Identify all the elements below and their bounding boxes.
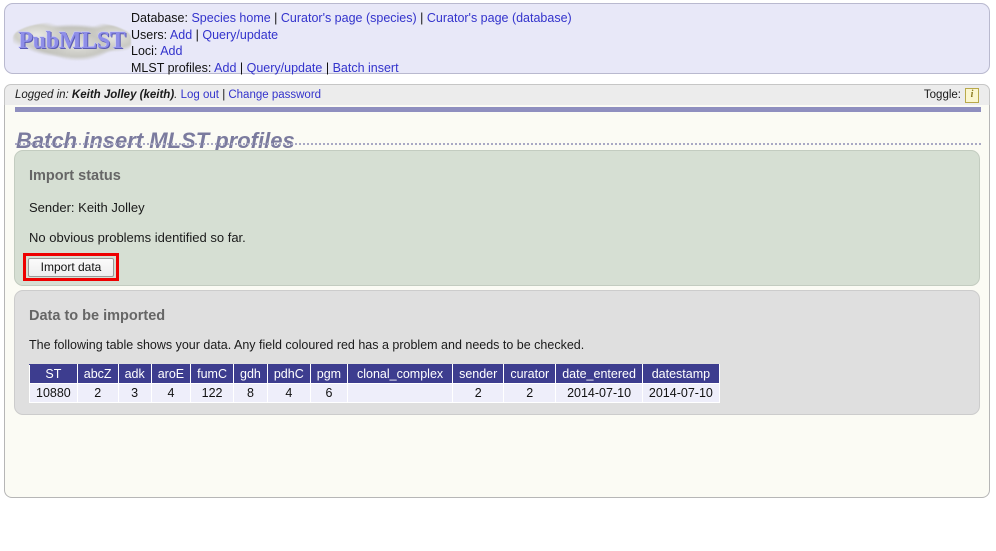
import-status-problems: No obvious problems identified so far. [29,230,246,245]
navigation-links: Database: Species home | Curator's page … [131,4,572,76]
table-cell-fumc: 122 [190,383,234,403]
nav-link-curators-page-database[interactable]: Curator's page (database) [427,11,572,25]
table-column-header-aroe: aroE [150,364,192,384]
table-cell-curator: 2 [503,383,557,403]
import-status-sender: Sender: Keith Jolley [29,200,145,215]
logged-in-period: . [174,89,178,101]
pubmlst-logo[interactable]: PubMLST [13,21,131,61]
imported-data-table: ST abcZ adk aroE fumC gdh pdhC pgm clonal_comple… [29,364,720,403]
logged-in-label: Logged in: [15,89,69,101]
top-navigation-bar: PubMLST Database: Species home | Curator… [4,3,990,76]
title-top-rule [15,107,981,112]
nav-row-users: Users: Add | Query/update [131,27,279,42]
change-password-link[interactable]: Change password [228,89,321,101]
nav-link-profiles-query-update[interactable]: Query/update [247,61,323,75]
nav-link-users-add[interactable]: Add [170,28,192,42]
table-cell-sender: 2 [452,383,505,403]
table-column-header-curator: curator [503,364,557,384]
table-cell-datestamp: 2014-07-10 [641,383,720,403]
table-column-header-clonal-complex: clonal_complex [347,364,454,384]
table-column-header-abcz: abcZ [76,364,119,384]
table-column-header-pgm: pgm [309,364,349,384]
table-cell-clonal-complex [347,383,454,403]
nav-link-loci-add[interactable]: Add [160,44,182,58]
nav-label-users: Users: [131,27,168,42]
table-cell-pgm: 6 [309,383,349,403]
table-column-header-gdh: gdh [233,364,268,384]
data-to-import-heading: Data to be imported [29,308,166,324]
title-bottom-dotted-rule [15,143,981,145]
table-cell-gdh: 8 [233,383,268,403]
logo-text: PubMLST [18,27,126,54]
main-content-panel: Batch insert MLST profiles Import status… [4,105,990,498]
toggle-control[interactable]: Toggle: i [923,87,981,103]
nav-link-species-home[interactable]: Species home [191,11,270,25]
table-row: 10880 2 3 4 122 8 4 6 2 2 2014-07-10 2014-07-10 [29,383,720,403]
page-root: PubMLST Database: Species home | Curator… [0,0,996,551]
table-column-header-adk: adk [117,364,152,384]
nav-label-mlst-profiles: MLST profiles: [131,60,212,75]
table-column-header-sender: sender [452,364,505,384]
nav-link-curators-page-species[interactable]: Curator's page (species) [281,11,417,25]
login-separator: | [222,89,226,101]
logout-link[interactable]: Log out [181,89,219,101]
table-header-row: ST abcZ adk aroE fumC gdh pdhC pgm clonal_comple… [29,364,720,384]
nav-label-database: Database: [131,11,188,25]
login-status-bar: Logged in: Keith Jolley (keith). Log out… [4,84,990,105]
data-to-import-panel: Data to be imported The following table … [14,290,980,415]
table-column-header-fumc: fumC [190,364,234,384]
table-column-header-datestamp: datestamp [641,364,720,384]
info-icon[interactable]: i [965,87,979,103]
table-cell-adk: 3 [117,383,152,403]
nav-label-loci: Loci: [131,44,158,59]
table-column-header-st: ST [29,364,78,384]
nav-link-users-query-update[interactable]: Query/update [202,28,278,42]
table-body: 10880 2 3 4 122 8 4 6 2 2 2014-07-10 2014-07-10 [29,383,720,403]
table-cell-abcz: 2 [76,383,119,403]
table-cell-st: 10880 [29,383,78,403]
logged-in-username: Keith Jolley (keith) [71,89,175,101]
nav-link-profiles-add[interactable]: Add [214,61,236,75]
import-data-button[interactable]: Import data [28,258,114,277]
import-status-heading: Import status [29,168,121,184]
table-cell-aroe: 4 [150,383,192,403]
nav-row-mlst-profiles: MLST profiles: Add | Query/update | Batc… [131,60,399,75]
table-cell-pdhc: 4 [266,383,311,403]
table-column-header-date-entered: date_entered [555,364,643,384]
table-column-header-pdhc: pdhC [266,364,311,384]
table-cell-date-entered: 2014-07-10 [555,383,643,403]
toggle-label: Toggle: [923,89,961,101]
logo-container: PubMLST [5,4,131,73]
nav-link-profiles-batch-insert[interactable]: Batch insert [333,61,399,75]
login-info: Logged in: Keith Jolley (keith). Log out… [15,89,321,101]
nav-row-loci: Loci: Add [131,43,572,60]
nav-row-database: Database: Species home | Curator's page … [131,11,572,25]
import-status-panel: Import status Sender: Keith Jolley No ob… [14,150,980,286]
data-to-import-description: The following table shows your data. Any… [29,338,585,352]
